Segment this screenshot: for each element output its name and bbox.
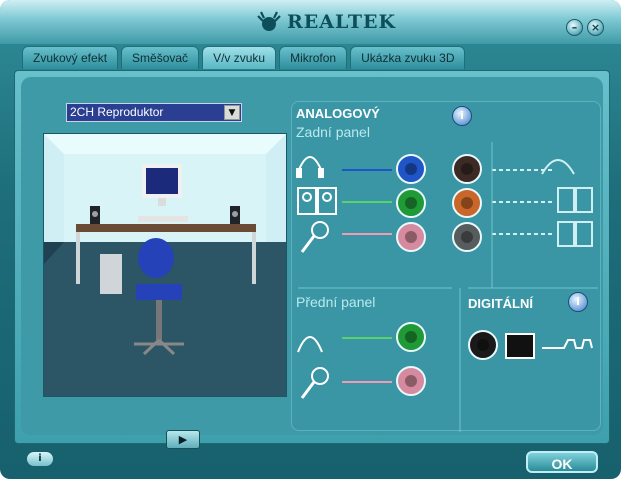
rear-blue-jack[interactable] [396,154,426,184]
play-button[interactable]: ▶ [166,430,200,449]
speaker-config-value: 2CH Reproduktor [70,105,164,119]
rear-pink-jack[interactable] [396,222,426,252]
front-panel-label: Přední panel [296,294,376,310]
speaker-icon [297,187,337,215]
coaxial-digital-jack[interactable] [468,330,498,360]
tab-microphone[interactable]: Mikrofon [279,46,348,69]
front-microphone-icon [311,367,329,385]
close-icon: × [590,21,601,34]
room-scene-image [44,134,286,396]
front-headphones-icon [297,336,323,353]
panel-inner: 2CH Reproduktor ▼ ▶ ANALOGOVÝ i Zadní pa… [21,77,603,449]
tab-mixer[interactable]: Směšovač [121,46,200,69]
rear-green-jack[interactable] [396,188,426,218]
tab-bar: Zvukový efekt Směšovač V/v zvuku Mikrofo… [22,46,468,70]
title-bar: REALTEK – × [0,0,621,44]
rear-orange-jack[interactable] [452,188,482,218]
info-icon[interactable]: i [26,451,54,467]
digital-header: DIGITÁLNÍ [468,296,533,311]
crab-logo-icon [257,11,281,31]
digital-info-button[interactable]: i [568,292,588,312]
optical-port-icon [505,333,535,359]
digital-signal-icon [542,339,593,349]
close-button[interactable]: × [587,19,604,36]
realtek-logo: REALTEK [255,6,396,38]
play-icon: ▶ [178,433,188,446]
chevron-down-icon[interactable]: ▼ [224,105,240,120]
tab-audio-io[interactable]: V/v zvuku [202,46,277,69]
ok-button[interactable]: OK [526,451,598,473]
microphone-icon [300,221,329,253]
minimize-icon: – [571,21,578,34]
front-pink-jack[interactable] [396,366,426,396]
info-icon: i [576,295,580,308]
rear-black-jack[interactable] [452,154,482,184]
speaker-disabled-icon [557,187,575,213]
room-preview: ▶ [43,133,287,449]
speaker-config-select[interactable]: 2CH Reproduktor ▼ [66,103,242,122]
rear-gray-jack[interactable] [452,222,482,252]
tab-3d-audio-demo[interactable]: Ukázka zvuku 3D [350,46,466,69]
jack-panel: ANALOGOVÝ i Zadní panel Přední panel DIG… [291,101,601,432]
realtek-window: REALTEK – × Zvukový efekt Směšovač V/v z… [0,0,621,479]
brand-text: REALTEK [287,11,396,33]
jack-diagram [296,142,598,432]
front-green-jack[interactable] [396,322,426,352]
tab-sound-effect[interactable]: Zvukový efekt [22,46,119,69]
headphones-disabled-icon [541,159,575,175]
main-panel: 2CH Reproduktor ▼ ▶ ANALOGOVÝ i Zadní pa… [14,70,610,449]
minimize-button[interactable]: – [566,19,583,36]
